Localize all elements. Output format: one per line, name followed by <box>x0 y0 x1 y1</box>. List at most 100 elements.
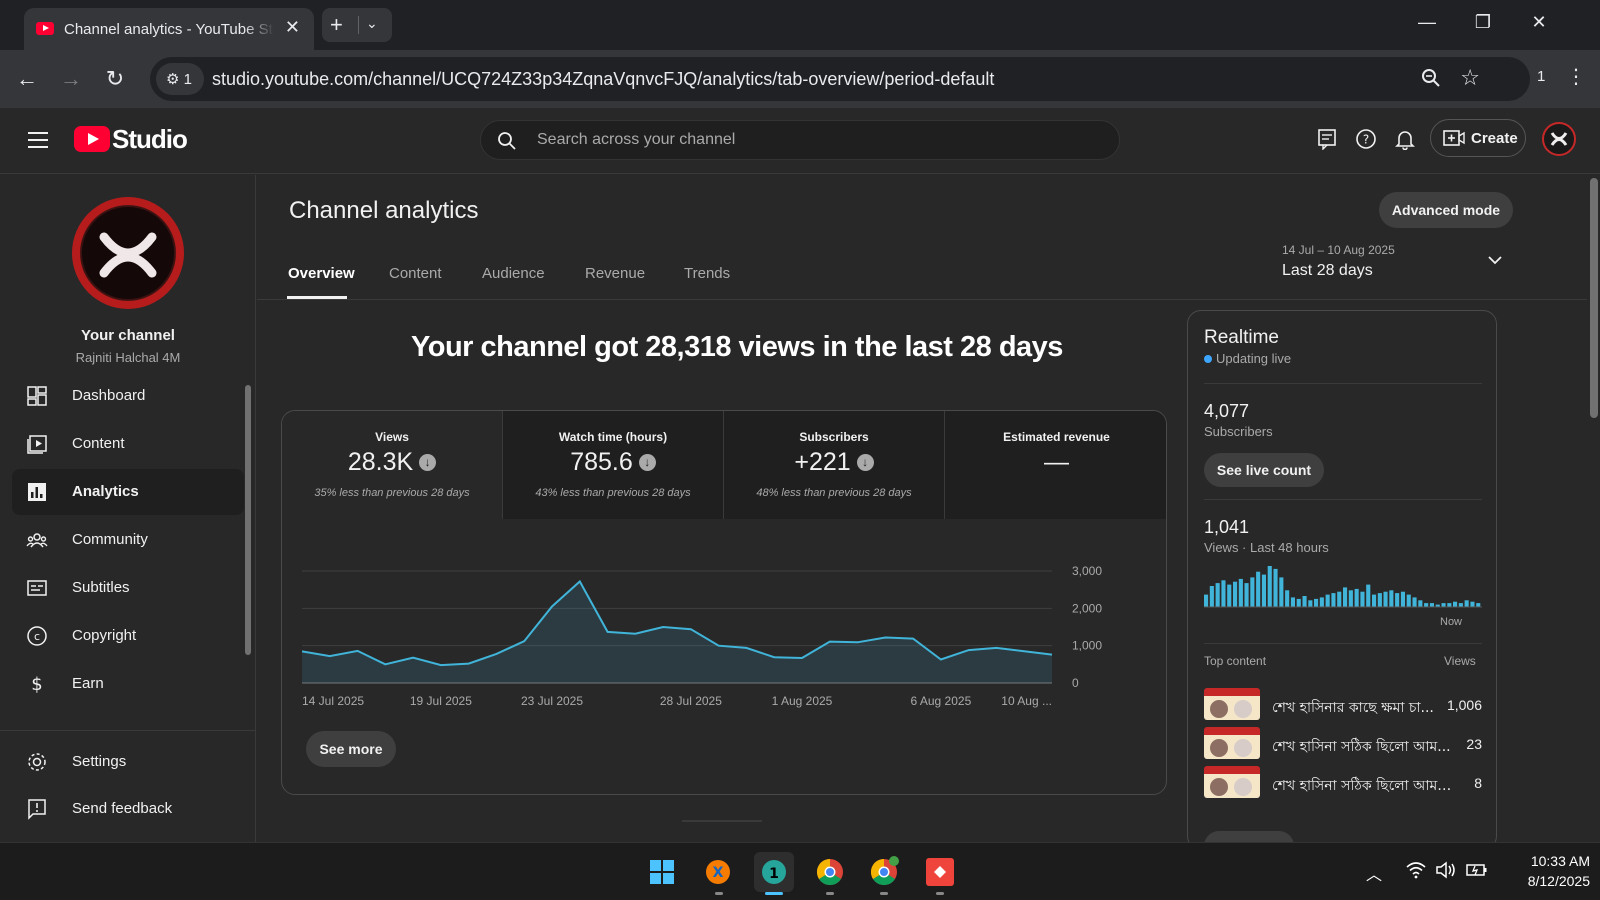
sidebar-item-dashboard[interactable]: Dashboard <box>12 373 244 419</box>
arrow-down-icon: ↓ <box>419 454 437 471</box>
advanced-mode-button[interactable]: Advanced mode <box>1379 192 1513 228</box>
back-icon[interactable]: ← <box>12 66 42 92</box>
sidebar-item-settings[interactable]: Settings <box>12 739 244 785</box>
address-bar[interactable]: ⚙ 1 studio.youtube.com/channel/UCQ724Z33… <box>150 57 1530 101</box>
top-content-item[interactable]: শেখ হাসিনা সঠিক ছিলো আমরা... 8 <box>1204 766 1482 800</box>
realtime-bar-chart[interactable] <box>1204 563 1482 611</box>
account-avatar[interactable] <box>1542 122 1576 156</box>
profile-count[interactable]: 1 <box>1537 68 1545 85</box>
metric-title: Subscribers <box>799 430 869 444</box>
captions-feedback-icon[interactable] <box>1316 128 1338 150</box>
dollar-icon: $ <box>31 674 42 695</box>
restore-icon[interactable]: ❐ <box>1468 12 1498 33</box>
close-tab-icon[interactable]: ✕ <box>285 17 300 38</box>
realtime-bar <box>1343 587 1348 607</box>
tab-trends[interactable]: Trends <box>684 265 730 282</box>
svg-text:c: c <box>34 630 40 643</box>
video-thumbnail <box>1204 727 1260 759</box>
battery-icon[interactable] <box>1465 861 1489 879</box>
your-channel-label[interactable]: Your channel <box>0 327 256 344</box>
sidebar-item-community[interactable]: Community <box>12 517 244 563</box>
wifi-icon[interactable] <box>1405 861 1427 879</box>
chart-y-tick-label: 1,000 <box>1072 639 1102 653</box>
metric-value-text: 28.3K <box>347 448 414 476</box>
reload-icon[interactable]: ↻ <box>100 66 130 92</box>
search-input[interactable] <box>537 121 1097 159</box>
chart-x-tick-label: 6 Aug 2025 <box>911 694 972 708</box>
metric-views[interactable]: Views 28.3K ↓ 35% less than previous 28 d… <box>282 411 503 519</box>
sidebar-item-earn[interactable]: $ Earn <box>12 661 244 707</box>
windows-taskbar: X 1 ︿ 10:33 AM 8/12/2025 <box>0 842 1600 900</box>
clock-date: 8/12/2025 <box>1527 873 1590 889</box>
tab-search-chevron-icon[interactable]: ⌄ <box>366 15 378 32</box>
browser-menu-icon[interactable]: ⋮ <box>1566 64 1586 89</box>
content-icon <box>27 435 47 454</box>
chrome-logo-icon <box>816 858 843 886</box>
sidebar-item-copyright[interactable]: c Copyright <box>12 613 244 659</box>
tray-overflow-chevron-icon[interactable]: ︿ <box>1366 861 1382 885</box>
window-close-icon[interactable]: ✕ <box>1524 12 1554 33</box>
see-more-button[interactable]: See more <box>306 731 396 767</box>
realtime-bar <box>1209 586 1214 607</box>
site-info-button[interactable]: ⚙ 1 <box>156 63 204 95</box>
community-icon <box>26 533 48 548</box>
metric-value: 785.6 ↓ <box>503 448 723 477</box>
realtime-bar <box>1383 591 1388 607</box>
realtime-subscribers-value: 4,077 <box>1204 401 1250 421</box>
views-chart[interactable]: 0 1,000 2,000 3,000 14 Jul 2025 19 Jul 2025 23… <box>302 561 1152 721</box>
sidebar-item-content[interactable]: Content <box>12 421 244 467</box>
windows-start-icon[interactable] <box>642 852 682 892</box>
browser-app-icon: X <box>706 860 730 884</box>
page-scrollbar[interactable] <box>1590 178 1598 418</box>
browser-tab[interactable]: Channel analytics - YouTube Studio ✕ <box>24 8 314 50</box>
metric-subscribers[interactable]: Subscribers +221 ↓ 48% less than previous… <box>724 411 945 519</box>
sidebar-item-send-feedback[interactable]: Send feedback <box>12 786 244 832</box>
metric-estimated-revenue[interactable]: Estimated revenue — <box>945 411 1166 519</box>
hamburger-menu-icon[interactable] <box>28 132 48 148</box>
firefox-like-icon[interactable]: X <box>698 852 738 892</box>
anydesk-icon[interactable] <box>920 852 960 892</box>
chart-y-tick-label: 0 <box>1072 676 1079 690</box>
realtime-subscribers-label: Subscribers <box>1204 424 1273 439</box>
help-icon[interactable]: ? <box>1355 128 1377 150</box>
main-content: Channel analytics Advanced mode Overview… <box>257 175 1587 850</box>
sidebar-item-label: Dashboard <box>72 387 146 404</box>
top-content-item[interactable]: শেখ হাসিনা সঠিক ছিলো আম... 23 <box>1204 727 1482 761</box>
volume-icon[interactable] <box>1435 861 1457 879</box>
chrome-icon[interactable] <box>810 852 850 892</box>
realtime-bar <box>1308 600 1313 607</box>
chrome-profile-icon[interactable] <box>864 852 904 892</box>
studio-logo-text: Studio <box>112 124 188 154</box>
tab-revenue[interactable]: Revenue <box>585 265 645 282</box>
notifications-bell-icon[interactable] <box>1394 128 1416 150</box>
zoom-icon[interactable] <box>1420 67 1442 89</box>
realtime-bar <box>1354 588 1359 607</box>
create-video-icon <box>1443 130 1465 146</box>
tab-content[interactable]: Content <box>389 265 442 282</box>
sidebar-item-analytics[interactable]: Analytics <box>12 469 244 515</box>
system-clock[interactable]: 10:33 AM 8/12/2025 <box>1500 851 1590 891</box>
top-content-item[interactable]: শেখ হাসিনার কাছে ক্ষমা চা... 1,006 <box>1204 688 1482 722</box>
channel-avatar[interactable] <box>72 197 184 309</box>
url-text[interactable]: studio.youtube.com/channel/UCQ724Z33p34Z… <box>212 69 994 90</box>
tab-overview[interactable]: Overview <box>288 265 355 282</box>
sidebar-item-subtitles[interactable]: Subtitles <box>12 565 244 611</box>
new-tab-icon[interactable]: + <box>330 12 343 38</box>
video-title: শেখ হাসিনা সঠিক ছিলো আম... <box>1272 739 1451 755</box>
sidebar-scrollbar[interactable] <box>245 385 251 655</box>
forward-icon[interactable]: → <box>56 66 86 92</box>
search-icon[interactable] <box>497 131 517 151</box>
see-live-count-button[interactable]: See live count <box>1204 453 1324 487</box>
bookmark-star-icon[interactable]: ☆ <box>1460 65 1480 91</box>
gear-icon <box>28 753 46 771</box>
minimize-icon[interactable]: — <box>1412 12 1442 33</box>
dashboard-icon <box>27 386 47 406</box>
metric-watch-time[interactable]: Watch time (hours) 785.6 ↓ 43% less than … <box>503 411 724 519</box>
tab-counter-app-icon[interactable]: 1 <box>754 852 794 892</box>
realtime-bar <box>1377 593 1382 607</box>
realtime-bar <box>1290 597 1295 607</box>
tab-audience[interactable]: Audience <box>482 265 545 282</box>
create-button[interactable]: Create <box>1430 119 1526 157</box>
chevron-down-icon[interactable] <box>1487 255 1503 265</box>
realtime-bar <box>1215 583 1220 607</box>
